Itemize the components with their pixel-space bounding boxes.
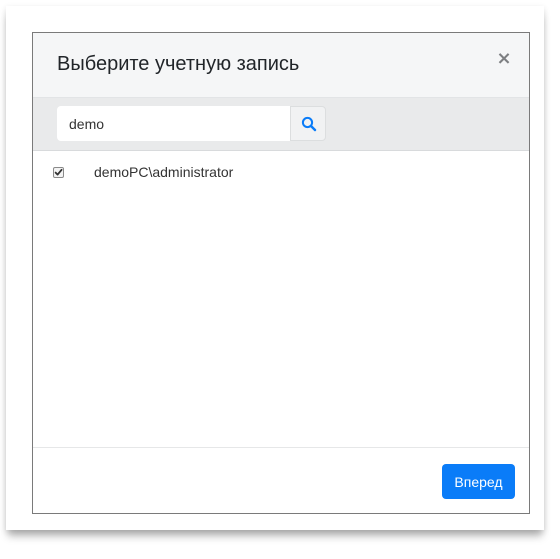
select-account-dialog: Выберите учетную запись × demoPC\adminis… — [32, 32, 530, 514]
dialog-title: Выберите учетную запись — [57, 53, 300, 75]
next-button[interactable]: Вперед — [442, 464, 515, 499]
search-bar — [33, 98, 529, 151]
account-label: demoPC\administrator — [94, 164, 234, 180]
screenshot-frame: Выберите учетную запись × demoPC\adminis… — [6, 6, 544, 530]
list-item[interactable]: demoPC\administrator — [33, 161, 529, 189]
search-button[interactable] — [290, 106, 326, 141]
close-button[interactable]: × — [495, 50, 513, 68]
search-input[interactable] — [57, 106, 290, 141]
checkmark-icon — [54, 168, 63, 176]
account-checkbox[interactable] — [53, 167, 64, 178]
dialog-footer: Вперед — [33, 447, 529, 513]
search-icon — [301, 116, 317, 132]
account-list: demoPC\administrator — [33, 151, 529, 447]
dialog-header: Выберите учетную запись × — [33, 33, 529, 98]
